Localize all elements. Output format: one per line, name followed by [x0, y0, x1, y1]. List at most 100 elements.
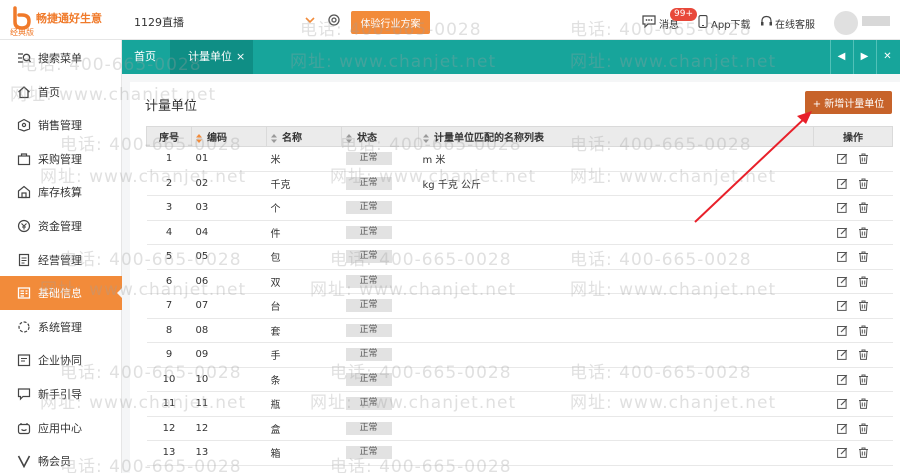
col-code-header[interactable]: 编码 — [191, 126, 267, 147]
delete-icon[interactable] — [858, 447, 869, 458]
online-service-label: 在线客服 — [775, 20, 815, 31]
col-status-header[interactable]: 状态 — [341, 126, 419, 147]
delete-icon[interactable] — [858, 178, 869, 189]
delete-icon[interactable] — [858, 349, 869, 360]
delete-icon[interactable] — [858, 374, 869, 385]
company-selector[interactable]: 1129直播 — [134, 14, 184, 30]
table-row[interactable]: 11 11 瓶正常 — [146, 391, 893, 417]
tab-home[interactable]: 首页 — [134, 40, 156, 74]
edit-icon[interactable] — [837, 202, 848, 213]
col-index-header: 序号 — [146, 126, 192, 147]
sidebar-item-7[interactable]: 经营管理 — [0, 243, 122, 277]
delete-icon[interactable] — [858, 300, 869, 311]
cell-code: 08 — [191, 318, 267, 343]
logo-sub: 经典版 — [10, 28, 34, 37]
cell-aliases — [418, 269, 814, 294]
delete-icon[interactable] — [858, 398, 869, 409]
sort-icon[interactable] — [346, 133, 352, 143]
table-row[interactable]: 7 07 台正常 — [146, 293, 893, 319]
sidebar-item-label: 首页 — [38, 85, 60, 99]
guide-icon — [17, 388, 31, 401]
sidebar-item-8[interactable]: 基础信息 — [0, 276, 123, 311]
delete-icon[interactable] — [858, 325, 869, 336]
delete-icon[interactable] — [858, 251, 869, 262]
sort-icon[interactable] — [271, 133, 277, 143]
industry-solution-button[interactable]: 体验行业方案 — [351, 11, 430, 34]
col-status-label: 状态 — [357, 133, 377, 144]
home-icon — [18, 85, 30, 98]
edit-icon[interactable] — [837, 153, 848, 164]
edit-icon[interactable] — [837, 251, 848, 262]
cell-name: 包 — [266, 244, 342, 270]
logo[interactable]: 畅捷通好生意 经典版 — [6, 4, 116, 37]
status-badge: 正常 — [345, 201, 392, 215]
app-center-icon — [17, 422, 31, 434]
edit-icon[interactable] — [837, 227, 848, 238]
table-row[interactable]: 13 13 箱正常 — [146, 440, 893, 466]
tab-prev-icon[interactable]: ◀ — [830, 40, 852, 74]
cell-code: 11 — [191, 391, 267, 417]
tab-close-all-icon[interactable]: ✕ — [876, 40, 898, 74]
sidebar-item-10[interactable]: 企业协同 — [0, 343, 122, 377]
sidebar-item-11[interactable]: 新手引导 — [0, 377, 122, 411]
sidebar-item-2[interactable]: 首页 — [0, 75, 122, 109]
cell-code: 09 — [191, 342, 267, 368]
sidebar-item-3[interactable]: 销售管理 — [0, 108, 122, 142]
tab-next-icon[interactable]: ▶ — [853, 40, 875, 74]
tab-measurement-unit[interactable]: 计量单位 × — [170, 40, 253, 74]
sidebar-item-5[interactable]: 库存核算 — [0, 175, 122, 209]
cell-index: 1 — [146, 146, 192, 172]
sidebar-item-4[interactable]: 采购管理 — [0, 142, 122, 176]
col-aliases-header[interactable]: 计量单位匹配的名称列表 — [418, 126, 814, 147]
table-row[interactable]: 6 06 双正常 — [146, 269, 893, 294]
add-unit-button[interactable]: + 新增计量单位 — [805, 91, 892, 114]
cell-name: 手 — [266, 342, 342, 368]
sort-icon[interactable] — [196, 133, 202, 143]
sidebar-item-9[interactable]: 系统管理 — [0, 310, 122, 344]
table-row[interactable]: 4 04 件正常 — [146, 220, 893, 245]
top-header: 畅捷通好生意 经典版 1129直播 体验行业方案 消息 99+ App下载 在线… — [0, 0, 900, 40]
status-badge: 正常 — [345, 299, 392, 313]
cell-name: 套 — [266, 318, 342, 343]
tab-close-icon[interactable]: × — [236, 40, 245, 74]
table-row[interactable]: 12 12 盒正常 — [146, 416, 893, 441]
sort-icon[interactable] — [423, 133, 429, 143]
cell-index: 11 — [146, 391, 192, 417]
basic-info-icon — [17, 287, 31, 299]
edit-icon[interactable] — [837, 398, 848, 409]
sidebar-item-1[interactable]: 搜索菜单 — [0, 41, 122, 75]
chevron-down-icon[interactable] — [304, 14, 316, 26]
edit-icon[interactable] — [837, 325, 848, 336]
cell-actions — [813, 293, 893, 319]
sidebar-item-6[interactable]: 资金管理 — [0, 209, 122, 243]
edit-icon[interactable] — [837, 374, 848, 385]
col-name-header[interactable]: 名称 — [266, 126, 342, 147]
table-row[interactable]: 2 02 千克 正常 kg 千克 公斤 — [146, 171, 893, 196]
delete-icon[interactable] — [858, 423, 869, 434]
edit-icon[interactable] — [837, 276, 848, 287]
avatar[interactable] — [834, 11, 858, 35]
table-row[interactable]: 9 09 手正常 — [146, 342, 893, 368]
table-row[interactable]: 3 03 个正常 — [146, 195, 893, 221]
edit-icon[interactable] — [837, 423, 848, 434]
sidebar-item-13[interactable]: 畅会员 — [0, 444, 122, 473]
table-row[interactable]: 10 10 条正常 — [146, 367, 893, 392]
edit-icon[interactable] — [837, 447, 848, 458]
status-badge: 正常 — [345, 152, 392, 166]
gear-icon[interactable] — [327, 13, 341, 27]
edit-icon[interactable] — [837, 300, 848, 311]
delete-icon[interactable] — [858, 153, 869, 164]
sidebar-item-12[interactable]: 应用中心 — [0, 411, 122, 445]
table-row[interactable]: 8 08 套正常 — [146, 318, 893, 343]
cell-status: 正常 — [341, 171, 419, 196]
delete-icon[interactable] — [858, 202, 869, 213]
table-row[interactable]: 5 05 包正常 — [146, 244, 893, 270]
edit-icon[interactable] — [837, 349, 848, 360]
table-row[interactable]: 1 01 米正常 m 米 — [146, 146, 893, 172]
cell-aliases — [418, 391, 814, 417]
user-name-placeholder[interactable] — [862, 16, 890, 26]
edit-icon[interactable] — [837, 178, 848, 189]
delete-icon[interactable] — [858, 227, 869, 238]
sidebar-item-label: 搜索菜单 — [38, 52, 82, 65]
delete-icon[interactable] — [858, 276, 869, 287]
